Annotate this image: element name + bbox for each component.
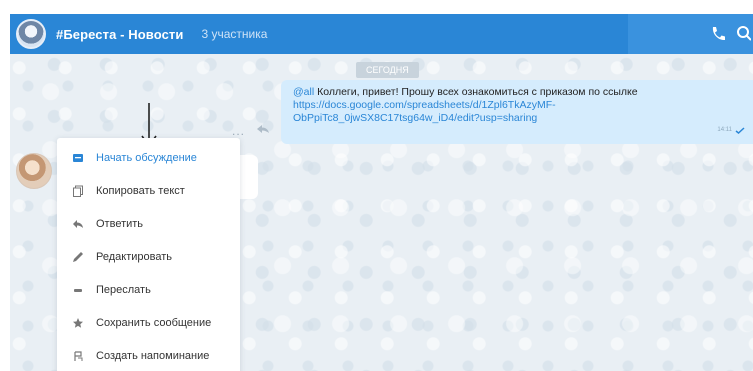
- header-actions: [628, 14, 753, 54]
- reply-icon: [73, 220, 83, 228]
- message-meta: 14:11: [717, 124, 745, 137]
- reminder-icon: [74, 351, 83, 361]
- app-window: #Береста - Новости 3 участника СЕГОДНЯ @…: [0, 0, 753, 371]
- chat-area: СЕГОДНЯ @all Коллеги, привет! Прошу всех…: [10, 54, 753, 371]
- mention-all[interactable]: @all: [293, 86, 314, 98]
- context-menu: Начать обсуждение Копировать текст Ответ…: [57, 138, 240, 371]
- star-icon: [73, 318, 83, 328]
- read-check-icon: [735, 127, 745, 134]
- discussion-icon: [73, 154, 83, 162]
- copy-icon: [73, 185, 83, 197]
- menu-item-label: Начать обсуждение: [96, 152, 197, 164]
- forward-icon: [74, 289, 82, 292]
- menu-item-reply[interactable]: Ответить: [57, 208, 240, 240]
- menu-item-label: Переслать: [96, 284, 151, 296]
- menu-item-label: Редактировать: [96, 251, 172, 263]
- message-link-line2[interactable]: ObPpiTc8_0jwSX8C17tsg64w_iD4/edit?usp=sh…: [293, 112, 537, 124]
- menu-item-create-reminder[interactable]: Создать напоминание: [57, 340, 240, 371]
- message-text: Коллеги, привет! Прошу всех ознакомиться…: [314, 86, 638, 98]
- menu-item-edit[interactable]: Редактировать: [57, 241, 240, 273]
- menu-item-label: Сохранить сообщение: [96, 317, 212, 329]
- more-actions-icon[interactable]: ...: [232, 124, 245, 138]
- user-avatar[interactable]: [16, 153, 52, 189]
- date-separator: СЕГОДНЯ: [356, 62, 419, 78]
- message-link-line1[interactable]: https://docs.google.com/spreadsheets/d/1…: [293, 99, 556, 111]
- menu-item-forward[interactable]: Переслать: [57, 274, 240, 306]
- search-icon[interactable]: [735, 24, 751, 44]
- message-bubble[interactable]: @all Коллеги, привет! Прошу всех ознаком…: [281, 80, 753, 144]
- chat-title[interactable]: #Береста - Новости: [56, 27, 184, 42]
- menu-item-label: Ответить: [96, 218, 144, 230]
- message-time: 14:11: [717, 127, 732, 133]
- menu-item-label: Создать напоминание: [96, 350, 210, 362]
- chat-header: #Береста - Новости 3 участника: [10, 14, 753, 54]
- menu-item-label: Копировать текст: [96, 185, 185, 197]
- menu-item-start-discussion[interactable]: Начать обсуждение: [57, 142, 240, 174]
- menu-item-save-message[interactable]: Сохранить сообщение: [57, 307, 240, 339]
- phone-icon[interactable]: [708, 24, 728, 44]
- incoming-message-edge: [240, 155, 258, 199]
- edit-icon: [73, 252, 83, 262]
- chat-avatar[interactable]: [16, 19, 46, 49]
- reply-arrow-icon[interactable]: [256, 124, 270, 134]
- menu-item-copy-text[interactable]: Копировать текст: [57, 175, 240, 207]
- members-count[interactable]: 3 участника: [202, 27, 268, 41]
